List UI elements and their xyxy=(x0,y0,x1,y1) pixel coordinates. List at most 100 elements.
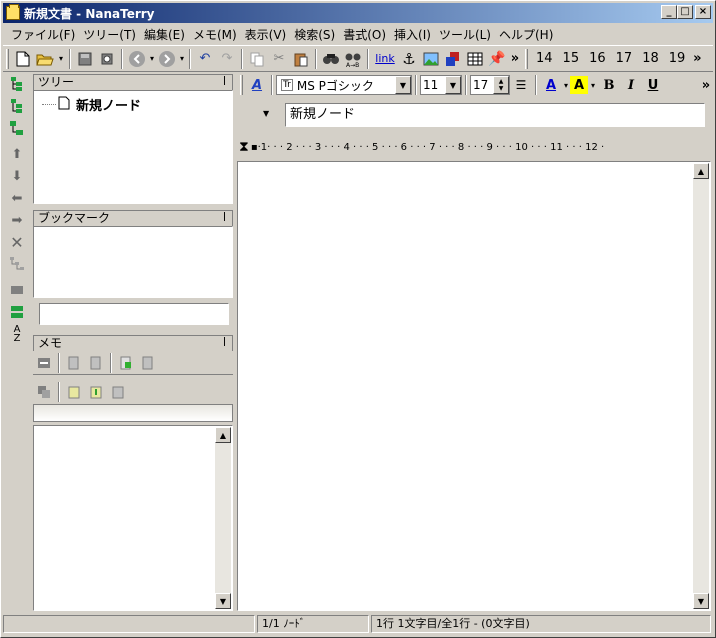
memo-scroll-up-icon[interactable]: ▲ xyxy=(215,427,231,443)
bookmark-list[interactable] xyxy=(33,226,233,298)
highlight-dropdown-icon[interactable]: ▾ xyxy=(588,74,598,96)
table-icon[interactable] xyxy=(464,48,486,70)
line-spacing-spinner[interactable]: 17 ▲ ▼ xyxy=(470,75,510,95)
menu-memo[interactable]: メモ(M) xyxy=(189,26,241,43)
toolbar-grip[interactable] xyxy=(6,48,9,69)
save-settings-icon[interactable] xyxy=(96,48,118,70)
back-icon[interactable] xyxy=(126,48,148,70)
italic-button[interactable]: I xyxy=(620,74,642,96)
menu-search[interactable]: 検索(S) xyxy=(290,26,339,43)
expand-icon[interactable] xyxy=(7,301,27,323)
menu-help[interactable]: ヘルプ(H) xyxy=(495,26,557,43)
editor-scroll-down-icon[interactable]: ▼ xyxy=(693,593,709,609)
redo-icon[interactable]: ↷ xyxy=(216,48,238,70)
tree-pin-icon[interactable]: ꟾ xyxy=(223,75,226,90)
paste-icon[interactable] xyxy=(290,48,312,70)
undo-icon[interactable]: ↶ xyxy=(194,48,216,70)
jump-16[interactable]: 16 xyxy=(589,51,606,66)
tree-structure-icon[interactable] xyxy=(7,253,27,275)
jump-15[interactable]: 15 xyxy=(563,51,580,66)
numbers-overflow-icon[interactable]: » xyxy=(690,48,704,70)
font-size-dropdown-icon[interactable]: ▼ xyxy=(445,76,461,94)
jump-17[interactable]: 17 xyxy=(616,51,633,66)
jump-19[interactable]: 19 xyxy=(669,51,686,66)
move-down-icon[interactable]: ⬇ xyxy=(7,165,27,187)
bookmark-input[interactable] xyxy=(39,303,229,325)
document-editor[interactable]: ▲ ▼ xyxy=(237,161,711,611)
line-spacing-icon[interactable]: ☰ xyxy=(510,74,532,96)
font-size-select[interactable]: 11 ▼ xyxy=(420,75,462,95)
highlight-icon[interactable]: A xyxy=(570,76,588,94)
font-style-icon[interactable]: A xyxy=(246,74,268,96)
copy-icon[interactable] xyxy=(246,48,268,70)
back-dropdown-icon[interactable]: ▾ xyxy=(148,48,156,70)
move-left-icon[interactable]: ⬅ xyxy=(7,187,27,209)
indent-marker-icon[interactable]: ⧗ xyxy=(239,139,249,155)
image-icon[interactable] xyxy=(420,48,442,70)
memo-export-icon[interactable] xyxy=(107,381,129,403)
memo-view-icon[interactable] xyxy=(33,381,55,403)
memo-delete-icon[interactable] xyxy=(137,352,159,374)
font-select[interactable]: Tr MS Pゴシック ▼ xyxy=(276,75,412,95)
forward-dropdown-icon[interactable]: ▾ xyxy=(178,48,186,70)
move-right-icon[interactable]: ➡ xyxy=(7,209,27,231)
font-dropdown-icon[interactable]: ▼ xyxy=(395,76,411,94)
menu-insert[interactable]: 挿入(I) xyxy=(390,26,435,43)
memo-insert-icon[interactable] xyxy=(115,352,137,374)
add-child-node-icon[interactable] xyxy=(7,95,27,117)
move-up-icon[interactable]: ⬆ xyxy=(7,143,27,165)
editor-scrollbar[interactable]: ▲ ▼ xyxy=(693,163,709,609)
jump-14[interactable]: 14 xyxy=(536,51,553,66)
anchor-icon[interactable]: ⚓ xyxy=(398,48,420,70)
find-icon[interactable] xyxy=(320,48,342,70)
collapse-icon[interactable] xyxy=(7,279,27,301)
add-sibling-node-icon[interactable] xyxy=(7,73,27,95)
memo-pin-icon[interactable]: ꟾ xyxy=(223,336,226,351)
bold-button[interactable]: B xyxy=(598,74,620,96)
menu-file[interactable]: ファイル(F) xyxy=(7,26,79,43)
line-spacing-spin-icon[interactable]: ▲ ▼ xyxy=(493,76,509,94)
pin-icon[interactable]: 📌 xyxy=(486,48,508,70)
node-icon-dropdown-icon[interactable]: ▼ xyxy=(263,109,269,118)
replace-icon[interactable]: A→B xyxy=(342,48,364,70)
tree-node[interactable]: 新規ノード xyxy=(42,95,141,114)
memo-import-icon[interactable] xyxy=(85,381,107,403)
delete-node-icon[interactable]: ✕ xyxy=(7,231,27,253)
new-document-icon[interactable] xyxy=(12,48,34,70)
memo-title-field[interactable] xyxy=(33,404,233,422)
open-folder-icon[interactable] xyxy=(34,48,56,70)
underline-button[interactable]: U xyxy=(642,74,664,96)
font-color-dropdown-icon[interactable]: ▾ xyxy=(562,74,570,96)
add-node-tree-icon[interactable] xyxy=(7,117,27,139)
editor-scroll-up-icon[interactable]: ▲ xyxy=(693,163,709,179)
app-icon[interactable] xyxy=(6,4,20,20)
memo-copy-icon[interactable] xyxy=(85,352,107,374)
tree-view[interactable]: 新規ノード xyxy=(33,90,233,204)
node-title-field[interactable]: 新規ノード xyxy=(285,103,705,127)
toolbar-overflow-icon[interactable]: » xyxy=(508,48,522,70)
sort-icon[interactable]: AZ xyxy=(7,323,27,345)
menu-format[interactable]: 書式(O) xyxy=(339,26,390,43)
menu-edit[interactable]: 編集(E) xyxy=(140,26,189,43)
cut-icon[interactable]: ✂ xyxy=(268,48,290,70)
object-icon[interactable] xyxy=(442,48,464,70)
save-icon[interactable] xyxy=(74,48,96,70)
menu-view[interactable]: 表示(V) xyxy=(241,26,291,43)
format-overflow-icon[interactable]: » xyxy=(699,74,713,96)
open-dropdown-icon[interactable]: ▾ xyxy=(56,48,66,70)
memo-add-icon[interactable] xyxy=(63,352,85,374)
ruler[interactable]: ⧗ ▪·1· · · 2 · · · 3 · · · 4 · · · 5 · ·… xyxy=(239,137,711,157)
forward-icon[interactable] xyxy=(156,48,178,70)
jump-18[interactable]: 18 xyxy=(642,51,659,66)
link-icon[interactable]: link xyxy=(372,48,398,70)
menu-tools[interactable]: ツール(L) xyxy=(435,26,495,43)
memo-collapse-icon[interactable] xyxy=(33,352,55,374)
maximize-button[interactable]: □ xyxy=(677,5,693,19)
bookmark-pin-icon[interactable]: ꟾ xyxy=(223,211,226,226)
font-color-icon[interactable]: A xyxy=(540,74,562,96)
close-button[interactable]: × xyxy=(695,5,711,19)
memo-scroll-down-icon[interactable]: ▼ xyxy=(215,593,231,609)
memo-editor[interactable]: ▲ ▼ xyxy=(33,425,233,611)
memo-new-icon[interactable] xyxy=(63,381,85,403)
menu-tree[interactable]: ツリー(T) xyxy=(79,26,140,43)
